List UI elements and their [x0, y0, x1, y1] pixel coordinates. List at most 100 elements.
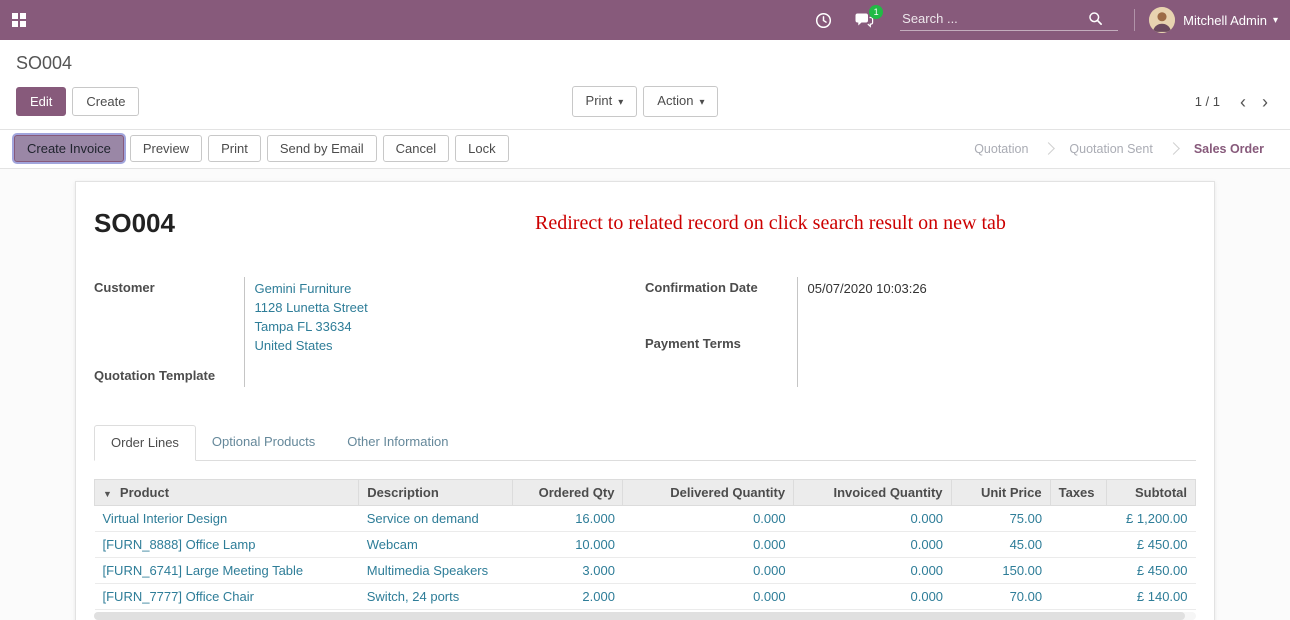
state-quotation[interactable]: Quotation: [966, 139, 1036, 159]
form-view: SO004 Redirect to related record on clic…: [0, 169, 1290, 620]
column-ordered-qty[interactable]: Ordered Qty: [513, 480, 623, 506]
column-unit-price[interactable]: Unit Price: [951, 480, 1050, 506]
cell-invoiced-qty: 0.000: [794, 584, 951, 610]
cell-invoiced-qty: 0.000: [794, 506, 951, 532]
tab-optional-products[interactable]: Optional Products: [196, 425, 331, 460]
column-subtotal[interactable]: Subtotal: [1106, 480, 1195, 506]
customer-value: Gemini Furniture 1128 Lunetta Street Tam…: [244, 277, 645, 359]
tab-other-information[interactable]: Other Information: [331, 425, 464, 460]
user-menu[interactable]: Mitchell Admin ▾: [1149, 7, 1278, 33]
cell-taxes: [1050, 584, 1106, 610]
cell-ordered-qty: 3.000: [513, 558, 623, 584]
create-invoice-button[interactable]: Create Invoice: [14, 135, 124, 162]
lock-button[interactable]: Lock: [455, 135, 508, 162]
cell-product: Virtual Interior Design: [95, 506, 359, 532]
column-delivered-quantity[interactable]: Delivered Quantity: [623, 480, 794, 506]
notebook-tabs: Order Lines Optional Products Other Info…: [94, 425, 1196, 461]
cell-delivered-qty: 0.000: [623, 532, 794, 558]
tab-order-lines[interactable]: Order Lines: [94, 425, 196, 461]
column-product[interactable]: ▼ Product: [95, 480, 359, 506]
scrollbar-thumb[interactable]: [94, 612, 1185, 620]
field-group-left: Customer Gemini Furniture 1128 Lunetta S…: [94, 277, 645, 387]
search-icon[interactable]: [1088, 11, 1103, 26]
breadcrumb: SO004: [16, 53, 1274, 74]
customer-link[interactable]: Gemini Furniture: [255, 279, 646, 298]
message-count-badge: 1: [869, 5, 883, 19]
cell-unit-price: 75.00: [951, 506, 1050, 532]
confirmation-date-label: Confirmation Date: [645, 277, 797, 333]
cell-description: Multimedia Speakers: [359, 558, 513, 584]
send-by-email-button[interactable]: Send by Email: [267, 135, 377, 162]
print-dropdown-button[interactable]: Print ▾: [572, 86, 638, 117]
customer-street[interactable]: 1128 Lunetta Street: [255, 298, 646, 317]
page-title: SO004: [94, 208, 175, 239]
cell-taxes: [1050, 558, 1106, 584]
cell-unit-price: 45.00: [951, 532, 1050, 558]
table-row[interactable]: Virtual Interior Design Service on deman…: [95, 506, 1196, 532]
preview-button[interactable]: Preview: [130, 135, 202, 162]
quotation-template-value: [255, 365, 646, 383]
cell-delivered-qty: 0.000: [623, 506, 794, 532]
print-dropdown-label: Print: [586, 93, 613, 108]
create-button[interactable]: Create: [72, 87, 139, 116]
table-header-row: ▼ Product Description Ordered Qty Deliver…: [95, 480, 1196, 506]
column-product-label: Product: [120, 485, 169, 500]
top-navbar: 1 M: [0, 0, 1290, 40]
cell-product: [FURN_8888] Office Lamp: [95, 532, 359, 558]
action-dropdown-button[interactable]: Action ▾: [643, 86, 718, 117]
app-window: 1 M: [0, 0, 1290, 620]
field-group-right: Confirmation Date 05/07/2020 10:03:26 Pa…: [645, 277, 1196, 387]
status-pipeline: Quotation Quotation Sent Sales Order: [966, 139, 1276, 159]
edit-button[interactable]: Edit: [16, 87, 66, 116]
column-invoiced-quantity[interactable]: Invoiced Quantity: [794, 480, 951, 506]
confirmation-date-value: 05/07/2020 10:03:26: [808, 281, 927, 296]
state-quotation-sent[interactable]: Quotation Sent: [1061, 139, 1160, 159]
print-button[interactable]: Print: [208, 135, 261, 162]
cell-delivered-qty: 0.000: [623, 584, 794, 610]
customer-label: Customer: [94, 277, 244, 359]
caret-down-icon: ▾: [699, 97, 704, 108]
cell-unit-price: 150.00: [951, 558, 1050, 584]
table-row[interactable]: [FURN_7777] Office Chair Switch, 24 port…: [95, 584, 1196, 610]
cell-description: Switch, 24 ports: [359, 584, 513, 610]
pager-previous-icon[interactable]: ‹: [1234, 93, 1252, 111]
navbar-divider: [1134, 9, 1135, 31]
cell-ordered-qty: 10.000: [513, 532, 623, 558]
cell-unit-price: 70.00: [951, 584, 1050, 610]
cell-product: [FURN_6741] Large Meeting Table: [95, 558, 359, 584]
cell-invoiced-qty: 0.000: [794, 558, 951, 584]
cell-subtotal: £ 140.00: [1106, 584, 1195, 610]
order-lines-table: ▼ Product Description Ordered Qty Deliver…: [94, 479, 1196, 610]
cancel-button[interactable]: Cancel: [383, 135, 449, 162]
pager-next-icon[interactable]: ›: [1256, 93, 1274, 111]
table-row[interactable]: [FURN_6741] Large Meeting Table Multimed…: [95, 558, 1196, 584]
cell-subtotal: £ 450.00: [1106, 532, 1195, 558]
cell-subtotal: £ 450.00: [1106, 558, 1195, 584]
cell-ordered-qty: 2.000: [513, 584, 623, 610]
column-description[interactable]: Description: [359, 480, 513, 506]
quotation-template-label: Quotation Template: [94, 359, 244, 387]
state-arrow-icon: [1043, 142, 1056, 155]
control-panel: SO004 Edit Create Print ▾ Action ▾ 1 / 1 ‹…: [0, 40, 1290, 129]
activities-clock-icon[interactable]: [815, 12, 832, 29]
customer-country[interactable]: United States: [255, 336, 646, 355]
chevron-down-icon: ▾: [1273, 15, 1278, 26]
statusbar: Create Invoice Preview Print Send by Ema…: [0, 129, 1290, 169]
column-taxes[interactable]: Taxes: [1050, 480, 1106, 506]
state-sales-order[interactable]: Sales Order: [1186, 139, 1272, 159]
pager-counter: 1 / 1: [1195, 94, 1220, 109]
cell-delivered-qty: 0.000: [623, 558, 794, 584]
apps-menu-icon[interactable]: [12, 13, 26, 27]
customer-city[interactable]: Tampa FL 33634: [255, 317, 646, 336]
cell-invoiced-qty: 0.000: [794, 532, 951, 558]
payment-terms-value: [808, 335, 1197, 353]
user-avatar: [1149, 7, 1175, 33]
horizontal-scrollbar[interactable]: [94, 612, 1196, 620]
messages-icon[interactable]: 1: [854, 12, 874, 29]
action-dropdown-label: Action: [657, 93, 693, 108]
caret-down-icon: ▾: [618, 97, 623, 108]
cell-ordered-qty: 16.000: [513, 506, 623, 532]
search-input[interactable]: [902, 11, 1088, 26]
table-row[interactable]: [FURN_8888] Office Lamp Webcam 10.000 0.…: [95, 532, 1196, 558]
list-caret-icon[interactable]: ▼: [103, 489, 112, 499]
